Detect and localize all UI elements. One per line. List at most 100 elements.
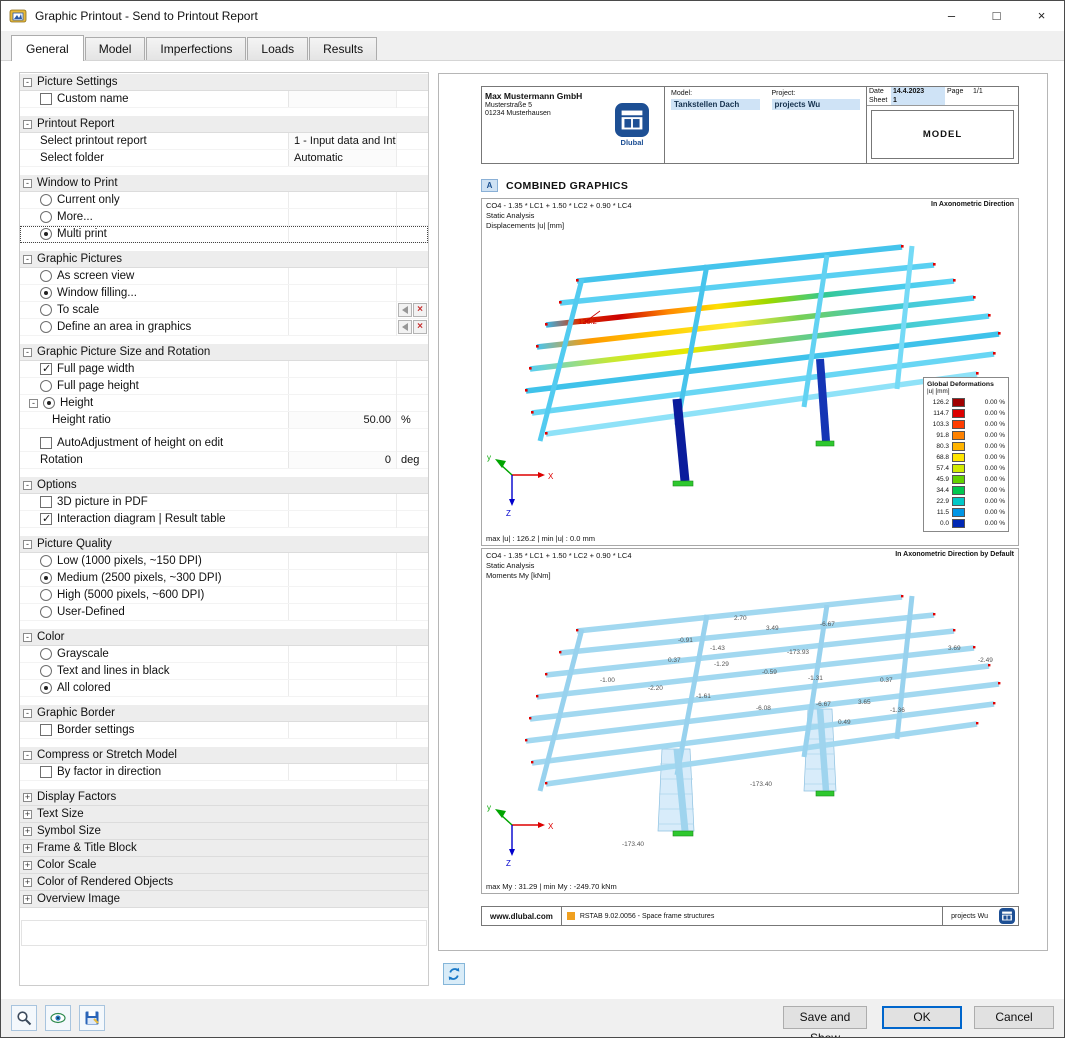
checkbox-icon[interactable] — [40, 512, 52, 525]
radio-grayscale[interactable]: Grayscale — [20, 646, 428, 663]
section-header[interactable]: Color — [20, 629, 428, 646]
section-header[interactable]: Graphic Picture Size and Rotation — [20, 344, 428, 361]
checkbox-interaction-diagram[interactable]: Interaction diagram | Result table — [20, 511, 428, 528]
refresh-preview-button[interactable] — [443, 963, 465, 985]
expand-icon[interactable] — [23, 826, 32, 836]
radio-current-only[interactable]: Current only — [20, 192, 428, 209]
expand-icon[interactable] — [23, 792, 32, 802]
radio-icon[interactable] — [40, 304, 52, 316]
save-defaults-button[interactable] — [79, 1005, 105, 1031]
close-button[interactable]: × — [1019, 1, 1064, 31]
custom-name-row[interactable]: Custom name — [20, 91, 428, 108]
clear-area-button[interactable]: × — [413, 303, 427, 317]
preview-options-button[interactable] — [45, 1005, 71, 1031]
height-ratio-input[interactable]: 50.00 — [288, 412, 396, 428]
section-overview-image[interactable]: Overview Image — [20, 891, 428, 908]
find-settings-button[interactable] — [11, 1005, 37, 1031]
minimize-button[interactable]: – — [929, 1, 974, 31]
pick-area-button[interactable] — [398, 303, 412, 317]
select-report-dropdown[interactable]: 1 - Input data and Inter... — [288, 133, 396, 149]
radio-quality-medium[interactable]: Medium (2500 pixels, ~300 DPI) — [20, 570, 428, 587]
collapse-icon[interactable] — [29, 398, 38, 408]
collapse-icon[interactable] — [23, 347, 32, 357]
select-folder-dropdown[interactable]: Automatic — [288, 150, 396, 166]
checkbox-3d-pdf[interactable]: 3D picture in PDF — [20, 494, 428, 511]
radio-icon[interactable] — [43, 397, 55, 409]
section-symbol-size[interactable]: Symbol Size — [20, 823, 428, 840]
radio-icon[interactable] — [40, 287, 52, 299]
radio-all-colored[interactable]: All colored — [20, 680, 428, 697]
expand-icon[interactable] — [23, 894, 32, 904]
section-color-rendered-objects[interactable]: Color of Rendered Objects — [20, 874, 428, 891]
radio-quality-user[interactable]: User-Defined — [20, 604, 428, 621]
collapse-icon[interactable] — [23, 254, 32, 264]
collapse-icon[interactable] — [23, 539, 32, 549]
radio-icon[interactable] — [40, 589, 52, 601]
radio-icon[interactable] — [40, 211, 52, 223]
checkbox-icon[interactable] — [40, 724, 52, 736]
section-header[interactable]: Graphic Border — [20, 705, 428, 722]
section-display-factors[interactable]: Display Factors — [20, 789, 428, 806]
expand-icon[interactable] — [23, 843, 32, 853]
checkbox-by-factor[interactable]: By factor in direction — [20, 764, 428, 781]
checkbox-icon[interactable] — [40, 496, 52, 508]
radio-icon[interactable] — [40, 270, 52, 282]
collapse-icon[interactable] — [23, 178, 32, 188]
expand-icon[interactable] — [23, 860, 32, 870]
section-header[interactable]: Window to Print — [20, 175, 428, 192]
save-and-show-button[interactable]: Save and Show — [783, 1006, 867, 1037]
radio-quality-high[interactable]: High (5000 pixels, ~600 DPI) — [20, 587, 428, 604]
rotation-input[interactable]: 0 — [288, 452, 396, 468]
section-header[interactable]: Compress or Stretch Model — [20, 747, 428, 764]
custom-name-input[interactable] — [288, 91, 396, 107]
section-header[interactable]: Options — [20, 477, 428, 494]
collapse-icon[interactable] — [23, 480, 32, 490]
tab-loads[interactable]: Loads — [247, 37, 309, 60]
checkbox-border-settings[interactable]: Border settings — [20, 722, 428, 739]
radio-height[interactable]: Height — [20, 395, 428, 412]
pick-area-button[interactable] — [398, 320, 412, 334]
cancel-button[interactable]: Cancel — [974, 1006, 1054, 1029]
checkbox-icon[interactable] — [40, 362, 52, 375]
ok-button[interactable]: OK — [882, 1006, 962, 1029]
maximize-button[interactable]: □ — [974, 1, 1019, 31]
radio-icon[interactable] — [40, 665, 52, 677]
tab-results[interactable]: Results — [309, 37, 378, 60]
radio-text-black[interactable]: Text and lines in black — [20, 663, 428, 680]
section-header[interactable]: Picture Settings — [20, 74, 428, 91]
collapse-icon[interactable] — [23, 632, 32, 642]
radio-define-area[interactable]: Define an area in graphics × — [20, 319, 428, 336]
section-header[interactable]: Printout Report — [20, 116, 428, 133]
checkbox-icon[interactable] — [40, 93, 52, 105]
radio-icon[interactable] — [40, 572, 52, 584]
radio-window-filling[interactable]: Window filling... — [20, 285, 428, 302]
tab-model[interactable]: Model — [84, 37, 146, 60]
radio-icon[interactable] — [40, 194, 52, 206]
radio-icon[interactable] — [40, 321, 52, 333]
radio-as-screen-view[interactable]: As screen view — [20, 268, 428, 285]
radio-icon[interactable] — [40, 228, 52, 240]
checkbox-icon[interactable] — [40, 766, 52, 778]
collapse-icon[interactable] — [23, 708, 32, 718]
radio-quality-low[interactable]: Low (1000 pixels, ~150 DPI) — [20, 553, 428, 570]
section-header[interactable]: Graphic Pictures — [20, 251, 428, 268]
collapse-icon[interactable] — [23, 119, 32, 129]
radio-icon[interactable] — [40, 648, 52, 660]
checkbox-icon[interactable] — [40, 437, 52, 449]
radio-more[interactable]: More... — [20, 209, 428, 226]
radio-multi-print[interactable]: Multi print — [20, 226, 428, 243]
section-header[interactable]: Picture Quality — [20, 536, 428, 553]
radio-icon[interactable] — [40, 555, 52, 567]
expand-icon[interactable] — [23, 809, 32, 819]
clear-area-button[interactable]: × — [413, 320, 427, 334]
expand-icon[interactable] — [23, 877, 32, 887]
tab-imperfections[interactable]: Imperfections — [146, 37, 247, 60]
radio-full-page-height[interactable]: Full page height — [20, 378, 428, 395]
collapse-icon[interactable] — [23, 750, 32, 760]
checkbox-auto-adjust[interactable]: AutoAdjustment of height on edit — [20, 435, 428, 452]
section-color-scale[interactable]: Color Scale — [20, 857, 428, 874]
collapse-icon[interactable] — [23, 77, 32, 87]
section-frame-title-block[interactable]: Frame & Title Block — [20, 840, 428, 857]
radio-icon[interactable] — [40, 380, 52, 392]
radio-icon[interactable] — [40, 682, 52, 694]
